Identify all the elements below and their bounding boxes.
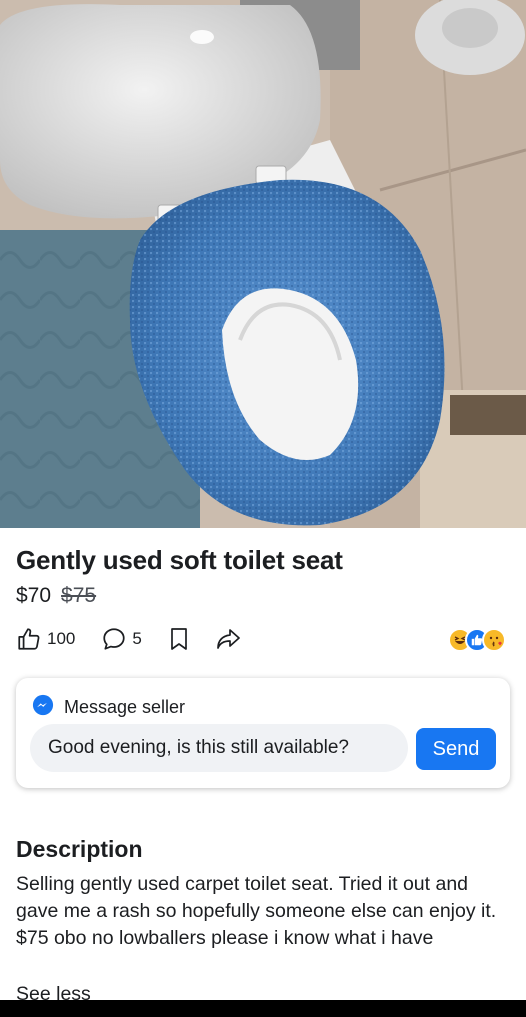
toilet-seat-image (0, 0, 526, 528)
message-seller-header: Message seller (32, 694, 185, 721)
send-button[interactable]: Send (416, 728, 496, 770)
share-button[interactable] (216, 627, 242, 651)
bookmark-icon (168, 627, 190, 651)
like-count: 100 (47, 629, 76, 648)
comment-bubble-icon (101, 626, 127, 652)
thumbs-up-icon (16, 626, 42, 652)
share-arrow-icon (216, 627, 242, 651)
reaction-summary[interactable] (448, 628, 506, 652)
save-button[interactable] (168, 627, 190, 651)
original-price: $75 (61, 584, 97, 607)
message-seller-card: Message seller Good evening, is this sti… (16, 678, 510, 788)
like-button[interactable]: 100 (16, 626, 75, 652)
description-text: Selling gently used carpet toilet seat. … (16, 873, 497, 949)
price-row: $70 $75 (16, 584, 96, 608)
bottom-edge-bar (0, 1000, 526, 1017)
action-bar: 100 5 (16, 624, 268, 654)
comment-count: 5 (132, 629, 142, 648)
listing-photo[interactable] (0, 0, 526, 528)
listing-title: Gently used soft toilet seat (16, 545, 343, 575)
description-heading: Description (16, 836, 143, 862)
message-seller-label: Message seller (64, 697, 186, 717)
kiss-emoji-icon (482, 628, 506, 652)
comment-button[interactable]: 5 (101, 626, 142, 652)
message-input[interactable]: Good evening, is this still available? (30, 724, 408, 772)
messenger-icon (32, 694, 54, 721)
current-price: $70 (16, 584, 52, 607)
